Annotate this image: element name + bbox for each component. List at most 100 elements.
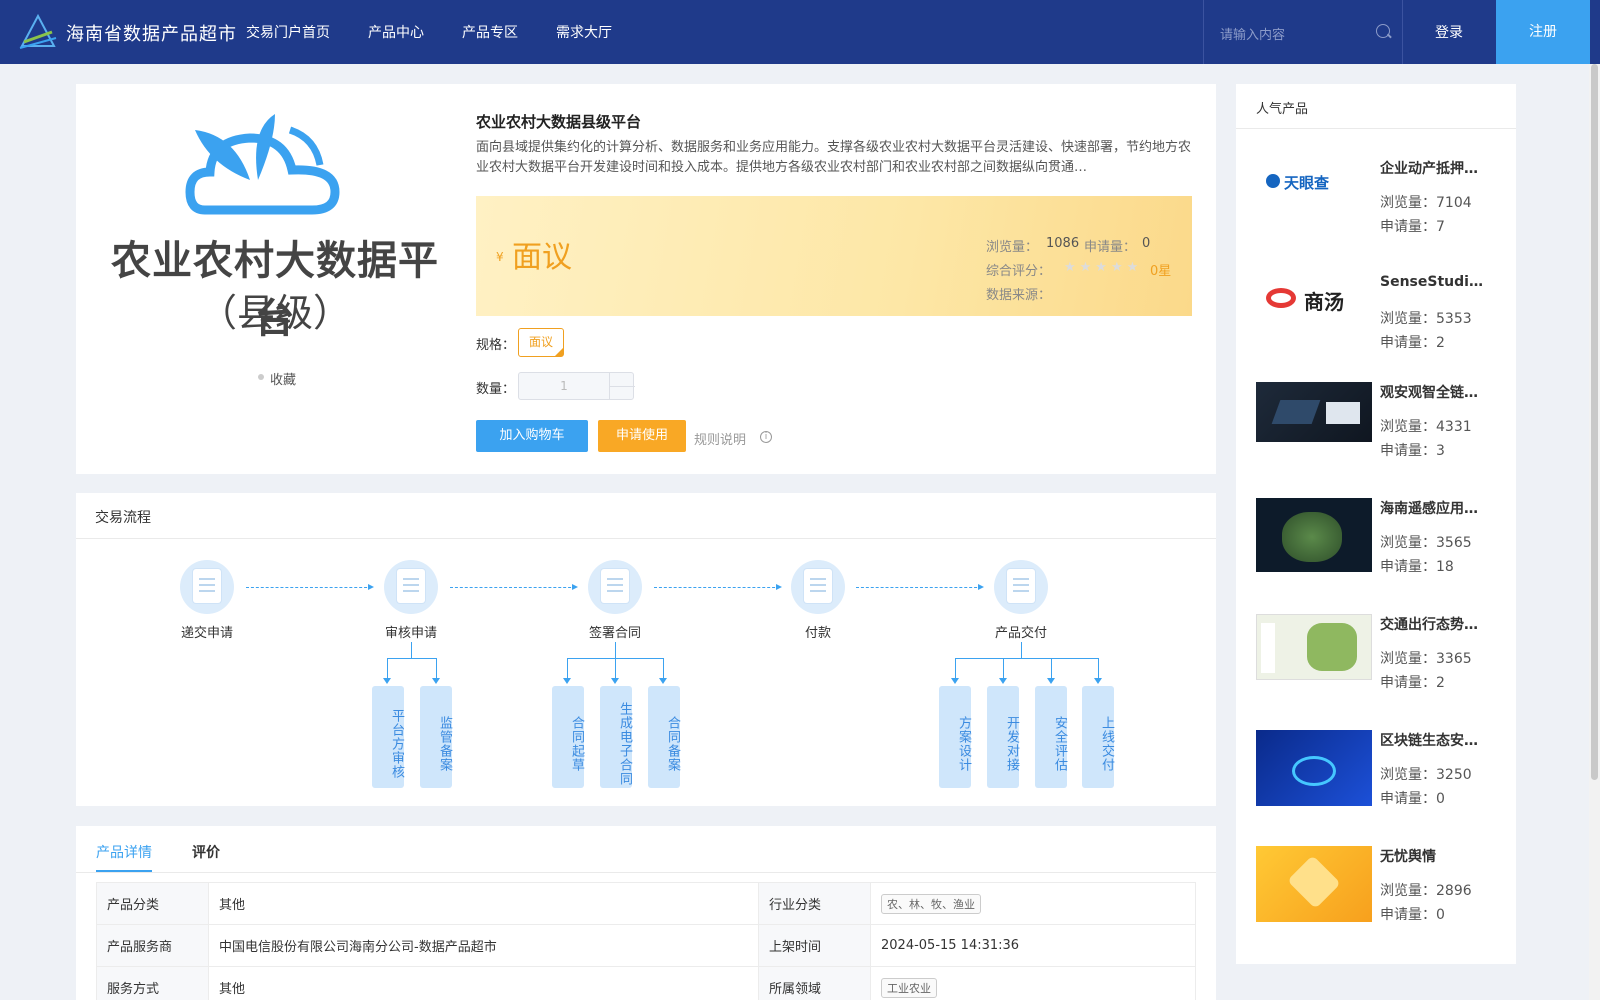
substep-box: 合同起草: [552, 686, 584, 788]
contract-step-icon: [588, 560, 642, 614]
popular-item-name[interactable]: 交通出行态势…: [1380, 614, 1484, 634]
popular-item[interactable]: 商汤 SenseStudio… 浏览量：5353 申请量：2: [1256, 274, 1512, 374]
arrow-icon: [1094, 678, 1102, 684]
product-image: 农业农村大数据平台 （县级）: [100, 110, 450, 342]
flow-arrow: [856, 584, 984, 590]
sensetime-logo-icon: [1266, 288, 1296, 308]
popular-item-name[interactable]: 无忧舆情: [1380, 846, 1484, 866]
product-thumbnail[interactable]: 天眼查: [1256, 160, 1372, 220]
register-button[interactable]: 注册: [1496, 0, 1590, 64]
apply-use-button[interactable]: 申请使用: [598, 420, 686, 452]
product-thumbnail[interactable]: [1256, 730, 1372, 806]
table-key: 所属领域: [758, 966, 871, 1000]
currency-symbol: ¥: [496, 250, 504, 264]
divider: [76, 538, 1216, 539]
favorite-icon[interactable]: [258, 374, 264, 380]
product-thumbnail[interactable]: [1256, 614, 1372, 680]
login-button[interactable]: 登录: [1404, 22, 1494, 42]
apply-count: 7: [1436, 219, 1445, 235]
popular-item-name[interactable]: 观安观智全链…: [1380, 382, 1484, 402]
nav-product-center[interactable]: 产品中心: [368, 22, 424, 42]
substep-box: 生成电子合同: [600, 686, 632, 788]
tianyancha-logo-icon: [1266, 174, 1280, 188]
scrollbar-thumb[interactable]: [1591, 64, 1598, 780]
nav-demand-hall[interactable]: 需求大厅: [556, 22, 612, 42]
scrollbar[interactable]: [1589, 64, 1600, 1000]
search-box[interactable]: 请输入内容: [1203, 0, 1403, 64]
popular-item-name[interactable]: 企业动产抵押…: [1380, 158, 1484, 178]
tab-reviews[interactable]: 评价: [192, 842, 220, 862]
substep-box: 开发对接: [987, 686, 1019, 788]
branch-line: [387, 658, 437, 659]
step-label: 审核申请: [384, 626, 437, 641]
arrow-icon: [999, 678, 1007, 684]
step-label: 产品交付: [994, 626, 1047, 641]
blockchain-icon: [1292, 756, 1336, 786]
substep-box: 安全评估: [1035, 686, 1067, 788]
table-value: 中国电信股份有限公司海南分公司-数据产品超市: [208, 924, 759, 967]
views-count: 7104: [1436, 195, 1472, 211]
table-value: 其他: [208, 882, 759, 925]
branch-line: [615, 658, 616, 678]
product-title: 农业农村大数据县级平台: [476, 113, 642, 131]
popular-item[interactable]: 区块链生态安… 浏览量：3250 申请量：0: [1256, 730, 1512, 830]
table-row: 服务方式 其他 所属领域 工业农业: [96, 966, 1196, 1000]
branch-line: [955, 658, 1099, 659]
flow-arrow: [246, 584, 374, 590]
process-title: 交易流程: [95, 510, 151, 526]
tab-product-details[interactable]: 产品详情: [96, 842, 152, 862]
popular-item-name[interactable]: 海南遥感应用…: [1380, 498, 1484, 518]
site-title[interactable]: 海南省数据产品超市: [66, 20, 237, 46]
spec-option[interactable]: 面议: [518, 328, 564, 357]
domain-tag: 工业农业: [881, 977, 937, 998]
info-icon[interactable]: i: [760, 431, 772, 443]
flow-arrow: [450, 584, 578, 590]
top-nav-bar: 海南省数据产品超市 交易门户首页 产品中心 产品专区 需求大厅 请输入内容 登录…: [0, 0, 1600, 64]
popular-item[interactable]: 海南遥感应用… 浏览量：3565 申请量：18: [1256, 498, 1512, 598]
quantity-stepper[interactable]: 1: [518, 372, 635, 400]
popular-item[interactable]: 交通出行态势… 浏览量：3365 申请量：2: [1256, 614, 1512, 714]
search-input[interactable]: 请输入内容: [1220, 24, 1285, 43]
quantity-value[interactable]: 1: [519, 379, 609, 393]
product-thumbnail[interactable]: [1256, 846, 1372, 922]
branch-line: [1051, 658, 1052, 678]
branch-line: [1021, 642, 1022, 658]
rating-stars-icon: ★★★★★: [1064, 260, 1143, 275]
views-count: 3365: [1436, 651, 1472, 667]
branch-line: [1003, 658, 1004, 678]
search-icon[interactable]: [1376, 24, 1390, 38]
rules-link[interactable]: 规则说明: [694, 429, 746, 448]
product-image-subtitle: （县级）: [198, 291, 351, 335]
logo-icon[interactable]: [18, 12, 58, 52]
favorite-button[interactable]: 收藏: [270, 369, 296, 388]
product-thumbnail[interactable]: 商汤: [1256, 274, 1372, 334]
popular-item-name[interactable]: SenseStudio…: [1380, 274, 1484, 290]
substep-box: 合同备案: [648, 686, 680, 788]
quantity-arrows[interactable]: [609, 373, 635, 399]
popular-item[interactable]: 观安观智全链… 浏览量：4331 申请量：3: [1256, 382, 1512, 482]
popular-item[interactable]: 无忧舆情 浏览量：2896 申请量：0: [1256, 846, 1512, 946]
branch-line: [411, 642, 412, 658]
views-count: 4331: [1436, 419, 1472, 435]
popular-item-name[interactable]: 区块链生态安…: [1380, 730, 1484, 750]
island-map: [1282, 512, 1342, 562]
step-label: 付款: [804, 626, 831, 641]
table-value: 工业农业: [870, 966, 1196, 1000]
table-key: 产品分类: [96, 882, 209, 925]
add-to-cart-button[interactable]: 加入购物车: [476, 420, 588, 452]
table-value: 其他: [208, 966, 759, 1000]
nav-product-zone[interactable]: 产品专区: [462, 22, 518, 42]
arrow-icon: [383, 678, 391, 684]
rating-value: 0星: [1150, 264, 1172, 279]
popular-title: 人气产品: [1256, 102, 1309, 117]
product-thumbnail[interactable]: [1256, 382, 1372, 442]
source-label: 数据来源：: [986, 288, 1052, 303]
popular-item[interactable]: 天眼查 企业动产抵押… 浏览量：7104 申请量：7: [1256, 158, 1512, 258]
step-label: 签署合同: [588, 626, 641, 641]
arrow-icon: [1047, 678, 1055, 684]
views-value: 1086: [1046, 236, 1080, 251]
nav-home[interactable]: 交易门户首页: [246, 22, 330, 42]
apply-count: 2: [1436, 335, 1445, 351]
product-thumbnail[interactable]: [1256, 498, 1372, 572]
rating-label: 综合评分：: [986, 264, 1052, 279]
